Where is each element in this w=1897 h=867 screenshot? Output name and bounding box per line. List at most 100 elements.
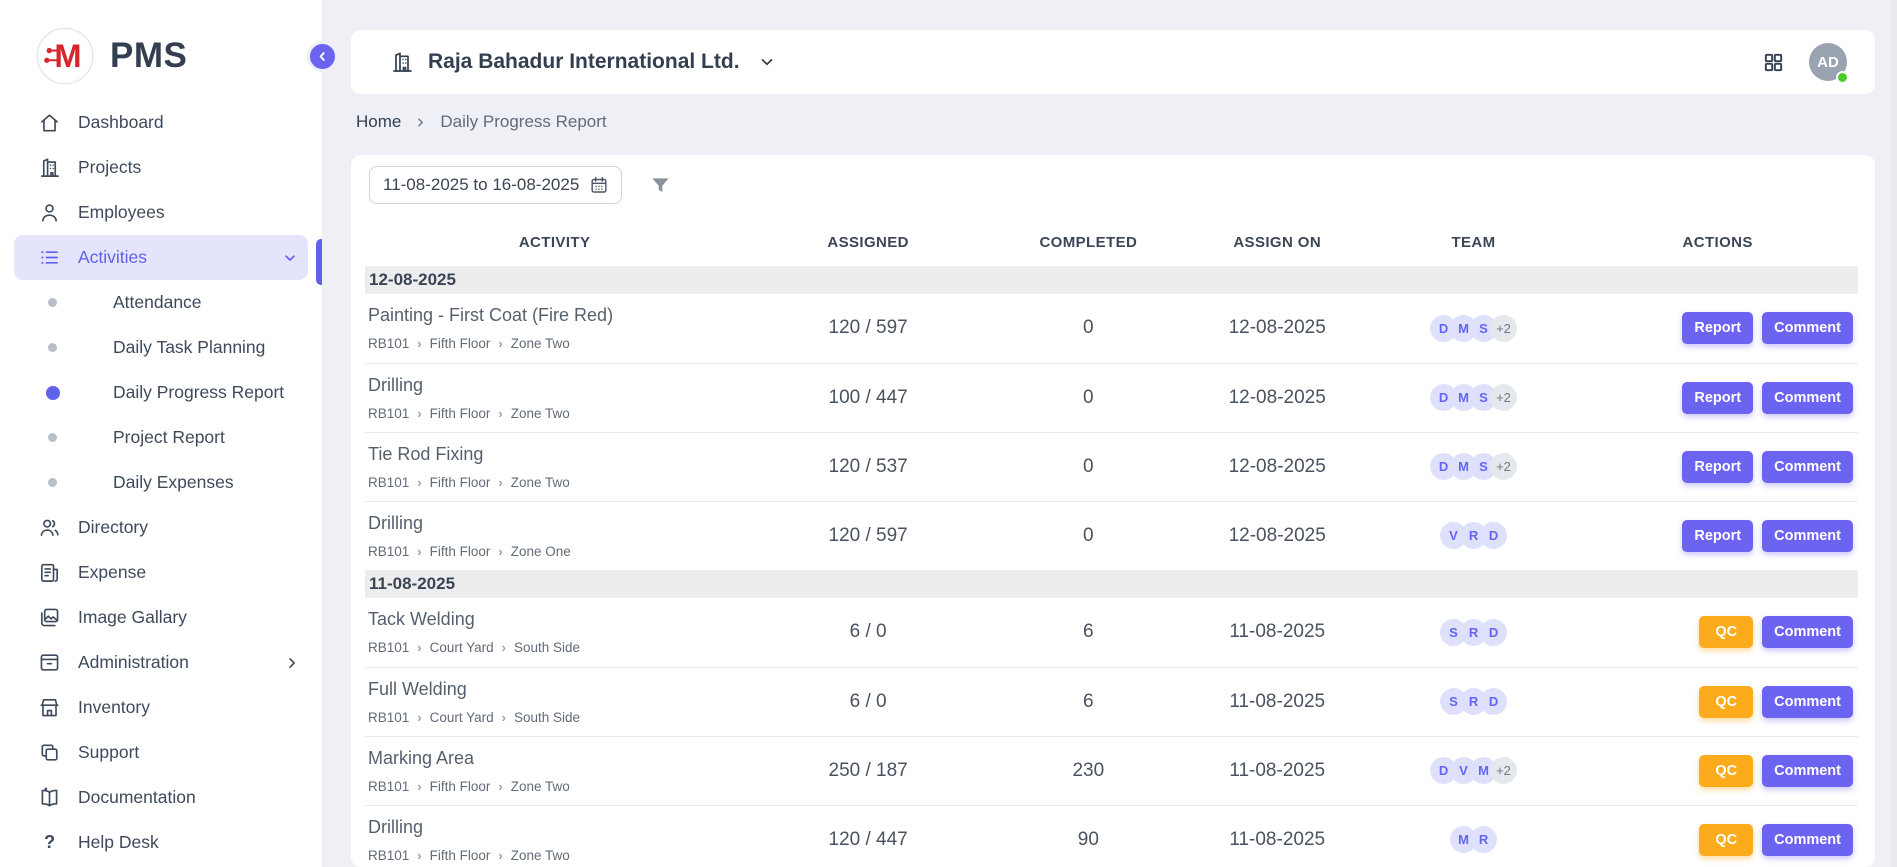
bullet-icon xyxy=(48,298,57,307)
calendar-icon[interactable] xyxy=(589,175,609,195)
filter-row xyxy=(369,166,1858,204)
assigned-value: 6 / 0 xyxy=(744,598,992,667)
comment-button[interactable]: Comment xyxy=(1762,520,1853,552)
sidebar-item-employees[interactable]: Employees xyxy=(0,190,322,235)
path-separator: › xyxy=(502,711,506,724)
date-group-label: 12-08-2025 xyxy=(365,266,1858,294)
team-more-badge[interactable]: +2 xyxy=(1490,453,1517,480)
comment-button[interactable]: Comment xyxy=(1762,824,1853,856)
column-header-assign-on: ASSIGN ON xyxy=(1185,222,1370,266)
sidebar: M PMS DashboardProjectsEmployeesActiviti… xyxy=(0,0,323,867)
breadcrumb-home[interactable]: Home xyxy=(356,112,401,132)
sidebar-item-label: Employees xyxy=(78,202,165,223)
comment-button[interactable]: Comment xyxy=(1762,451,1853,483)
sidebar-item-help-desk[interactable]: ?Help Desk xyxy=(0,820,322,865)
activity-breadcrumb: RB101›Fifth Floor›Zone Two xyxy=(368,406,744,421)
path-segment: Zone Two xyxy=(511,475,570,490)
sidebar-item-daily-task-planning[interactable]: Daily Task Planning xyxy=(0,325,322,370)
report-button[interactable]: Report xyxy=(1682,520,1753,552)
brand-logo: M xyxy=(36,27,94,85)
path-segment: RB101 xyxy=(368,848,409,863)
grid-icon[interactable] xyxy=(1762,51,1785,74)
topbar: Raja Bahadur International Ltd. AD xyxy=(351,30,1875,94)
people-icon xyxy=(38,516,61,539)
path-separator: › xyxy=(502,641,506,654)
assign-on-date: 11-08-2025 xyxy=(1185,736,1370,805)
funnel-icon[interactable] xyxy=(649,174,672,197)
activity-title: Drilling xyxy=(368,375,744,396)
assign-on-date: 12-08-2025 xyxy=(1185,501,1370,570)
building-icon xyxy=(390,50,414,74)
sidebar-item-dashboard[interactable]: Dashboard xyxy=(0,100,322,145)
store-icon xyxy=(38,696,61,719)
team-avatars: DMS+2 xyxy=(1370,453,1578,480)
qc-button[interactable]: QC xyxy=(1699,616,1753,648)
sidebar-item-label: Expense xyxy=(78,562,146,583)
comment-button[interactable]: Comment xyxy=(1762,686,1853,718)
bullet-icon xyxy=(46,386,60,400)
team-avatar[interactable]: R xyxy=(1470,826,1497,853)
page-scrollbar[interactable] xyxy=(1891,0,1897,867)
sidebar-item-expense[interactable]: Expense xyxy=(0,550,322,595)
qc-button[interactable]: QC xyxy=(1699,755,1753,787)
report-button[interactable]: Report xyxy=(1682,312,1753,344)
building-icon xyxy=(38,156,61,179)
comment-button[interactable]: Comment xyxy=(1762,382,1853,414)
sidebar-item-daily-expenses[interactable]: Daily Expenses xyxy=(0,460,322,505)
company-selector[interactable]: Raja Bahadur International Ltd. xyxy=(390,50,776,74)
path-separator: › xyxy=(498,337,502,350)
sidebar-item-support[interactable]: Support xyxy=(0,730,322,775)
qc-button[interactable]: QC xyxy=(1699,686,1753,718)
sidebar-item-administration[interactable]: Administration xyxy=(0,640,322,685)
row-actions: QC Comment xyxy=(1577,824,1853,856)
online-status-dot xyxy=(1836,71,1849,84)
team-more-badge[interactable]: +2 xyxy=(1490,757,1517,784)
path-segment: Fifth Floor xyxy=(430,406,491,421)
date-range-input[interactable] xyxy=(383,175,579,195)
path-separator: › xyxy=(417,641,421,654)
row-actions: Report Comment xyxy=(1577,451,1853,483)
comment-button[interactable]: Comment xyxy=(1762,312,1853,344)
comment-button[interactable]: Comment xyxy=(1762,755,1853,787)
team-avatar[interactable]: D xyxy=(1480,619,1507,646)
report-button[interactable]: Report xyxy=(1682,382,1753,414)
assigned-value: 120 / 597 xyxy=(744,501,992,570)
qc-button[interactable]: QC xyxy=(1699,824,1753,856)
report-button[interactable]: Report xyxy=(1682,451,1753,483)
activity-breadcrumb: RB101›Fifth Floor›Zone Two xyxy=(368,779,744,794)
comment-button[interactable]: Comment xyxy=(1762,616,1853,648)
completed-value: 0 xyxy=(992,363,1185,432)
sidebar-collapse-button[interactable] xyxy=(307,41,338,72)
sidebar-item-activities[interactable]: Activities xyxy=(14,235,308,280)
sidebar-item-attendance[interactable]: Attendance xyxy=(0,280,322,325)
chevron-right-icon xyxy=(284,655,300,671)
sidebar-item-image-gallary[interactable]: Image Gallary xyxy=(0,595,322,640)
team-more-badge[interactable]: +2 xyxy=(1490,315,1517,342)
path-segment: Court Yard xyxy=(430,640,494,655)
date-range-field[interactable] xyxy=(369,166,622,204)
breadcrumb-current: Daily Progress Report xyxy=(440,112,606,132)
activity-row: Drilling RB101›Fifth Floor›Zone Two 120 … xyxy=(365,805,1858,867)
team-more-badge[interactable]: +2 xyxy=(1490,384,1517,411)
book-icon xyxy=(38,786,61,809)
path-segment: South Side xyxy=(514,640,580,655)
avatar[interactable]: AD xyxy=(1809,43,1847,81)
gallery-icon xyxy=(38,606,61,629)
sidebar-item-daily-progress-report[interactable]: Daily Progress Report xyxy=(0,370,322,415)
path-separator: › xyxy=(417,711,421,724)
team-avatar[interactable]: D xyxy=(1480,522,1507,549)
sidebar-subitem-label: Project Report xyxy=(113,427,225,448)
team-avatar[interactable]: D xyxy=(1480,688,1507,715)
activity-breadcrumb: RB101›Fifth Floor›Zone Two xyxy=(368,475,744,490)
date-group-row: 11-08-2025 xyxy=(365,570,1858,598)
path-segment: RB101 xyxy=(368,640,409,655)
completed-value: 0 xyxy=(992,501,1185,570)
sidebar-item-inventory[interactable]: Inventory xyxy=(0,685,322,730)
sidebar-item-label: Administration xyxy=(78,652,189,673)
sidebar-item-project-report[interactable]: Project Report xyxy=(0,415,322,460)
sidebar-item-label: Dashboard xyxy=(78,112,164,133)
sidebar-item-projects[interactable]: Projects xyxy=(0,145,322,190)
sidebar-item-documentation[interactable]: Documentation xyxy=(0,775,322,820)
sidebar-item-directory[interactable]: Directory xyxy=(0,505,322,550)
assign-on-date: 12-08-2025 xyxy=(1185,432,1370,501)
